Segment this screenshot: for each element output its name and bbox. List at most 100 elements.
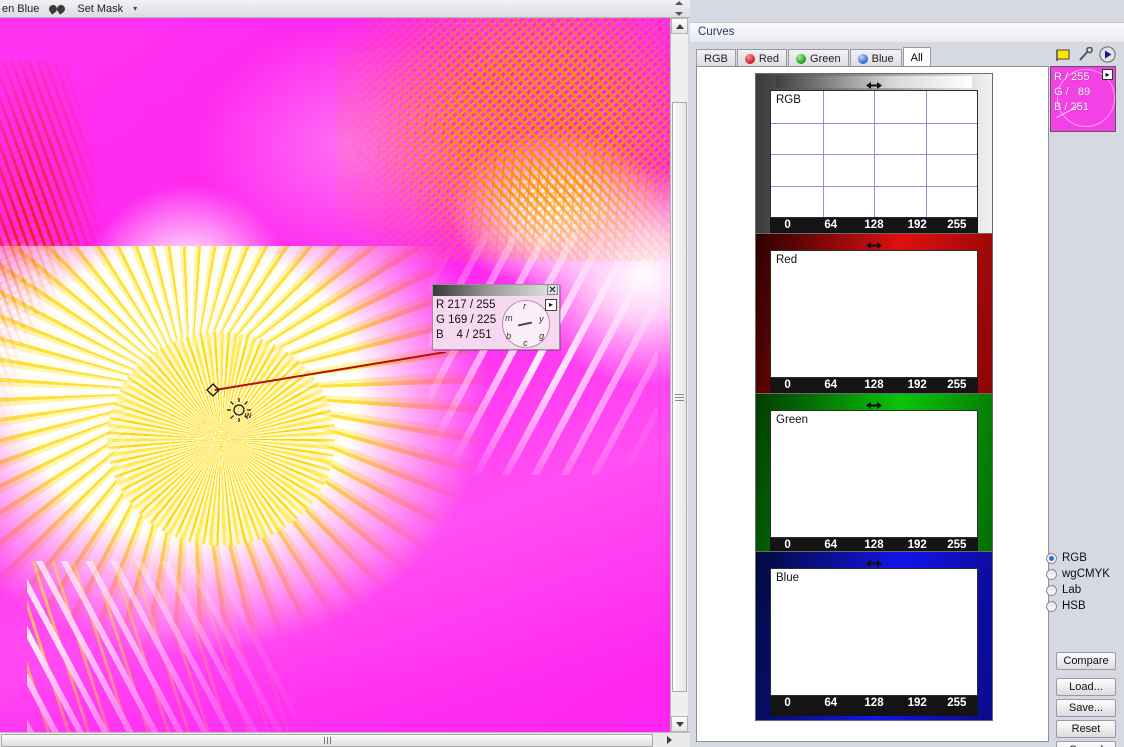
chart-blue-axis-background: 0 64 128 192 255 bbox=[770, 696, 978, 716]
compare-button[interactable]: Compare bbox=[1056, 652, 1116, 670]
chart-blue-tick-255: 255 bbox=[947, 697, 967, 709]
chart-blue-tick-192: 192 bbox=[907, 697, 927, 709]
chart-blue-tick-64: 64 bbox=[824, 697, 838, 709]
horizontal-scroll-thumb[interactable] bbox=[1, 733, 653, 747]
radio-lab-label: Lab bbox=[1062, 584, 1082, 596]
chart-rgb-title: RGB bbox=[776, 94, 801, 106]
tab-blue[interactable]: Blue bbox=[849, 49, 902, 67]
chart-green-handle-icon[interactable] bbox=[866, 397, 882, 409]
triangle-right-icon bbox=[667, 736, 676, 744]
tab-all-label: All bbox=[910, 51, 923, 64]
chart-green-plot[interactable]: Green bbox=[770, 410, 978, 538]
photo-bottom-fade bbox=[0, 646, 670, 732]
chart-rgb-tick-64: 64 bbox=[824, 219, 838, 231]
chart-rgb-svg bbox=[771, 91, 977, 217]
radio-rgb[interactable]: RGB bbox=[1046, 550, 1116, 566]
load-button[interactable]: Load... bbox=[1056, 678, 1116, 696]
color-readout-titlebar[interactable]: ✕ bbox=[433, 284, 559, 296]
close-icon[interactable]: ✕ bbox=[547, 284, 558, 296]
wheel-label-magenta: m bbox=[505, 313, 513, 323]
flag-icon[interactable] bbox=[1055, 47, 1072, 67]
chart-green-tick-255: 255 bbox=[947, 539, 967, 551]
radio-lab-indicator[interactable] bbox=[1046, 584, 1057, 596]
chart-green-tick-192: 192 bbox=[907, 539, 927, 551]
chart-red-title: Red bbox=[776, 254, 798, 266]
chart-rgb-handle-icon[interactable] bbox=[866, 77, 882, 89]
tab-red-label: Red bbox=[758, 52, 780, 65]
wheel-label-yellow: y bbox=[539, 314, 544, 324]
chart-rgb[interactable]: RGB 0 64 128 192 255 bbox=[755, 73, 993, 243]
sampler-cursor-label: w bbox=[245, 410, 252, 420]
chart-green-header[interactable] bbox=[756, 394, 992, 410]
readout-expand-icon[interactable]: ▸ bbox=[545, 299, 557, 311]
color-readout-values: R 217 / 255 G 169 / 225 B 4 / 251 bbox=[436, 299, 497, 341]
tab-red[interactable]: Red bbox=[736, 49, 788, 67]
chevron-down-icon[interactable]: ▾ bbox=[133, 4, 137, 13]
chart-red-plot[interactable]: Red bbox=[770, 250, 978, 378]
radio-wgcmyk[interactable]: wgCMYK bbox=[1046, 566, 1116, 582]
chart-rgb-tick-0: 0 bbox=[784, 219, 791, 231]
tab-rgb[interactable]: RGB bbox=[696, 49, 736, 67]
vertical-scroll-track[interactable] bbox=[671, 34, 688, 716]
chart-blue-axis: 0 64 128 192 255 bbox=[784, 696, 967, 714]
play-icon[interactable] bbox=[1099, 46, 1116, 68]
chart-red-tick-64: 64 bbox=[824, 379, 838, 391]
radio-hsb-indicator[interactable] bbox=[1046, 600, 1057, 612]
triangle-down-icon bbox=[675, 721, 684, 727]
tab-all[interactable]: All bbox=[902, 47, 931, 67]
chart-green[interactable]: Green 0 64 128 192 255 bbox=[755, 393, 993, 563]
chart-red[interactable]: Red 0 64 128 192 255 bbox=[755, 233, 993, 403]
spinner-down-icon[interactable] bbox=[675, 12, 683, 16]
tab-green[interactable]: Green bbox=[788, 49, 849, 67]
set-mask-button[interactable]: Set Mask bbox=[77, 3, 123, 15]
toolbar-spinner[interactable] bbox=[674, 1, 684, 16]
chart-red-tick-128: 128 bbox=[864, 379, 884, 391]
action-buttons: Compare Load... Save... Reset Cancel App… bbox=[1056, 652, 1116, 747]
chart-rgb-gradient-header[interactable] bbox=[756, 74, 992, 90]
curves-panel: Curves RGB Red Green Blue All RGB 0 64 1… bbox=[690, 0, 1124, 747]
chart-red-handle-icon[interactable] bbox=[866, 237, 882, 249]
chart-green-title: Green bbox=[776, 414, 808, 426]
photo-solarized-flower bbox=[0, 18, 670, 732]
image-horizontal-scrollbar[interactable] bbox=[0, 732, 690, 747]
channel-tabs: RGB Red Green Blue All bbox=[696, 47, 932, 67]
toolbar-channel-label[interactable]: en Blue bbox=[2, 3, 39, 15]
chart-green-svg bbox=[771, 411, 977, 537]
chart-blue-handle-icon[interactable] bbox=[866, 555, 882, 567]
scroll-right-button[interactable] bbox=[653, 736, 690, 744]
chart-blue-tick-128: 128 bbox=[864, 697, 884, 709]
chart-red-header[interactable] bbox=[756, 234, 992, 250]
chart-blue-plot[interactable]: Blue bbox=[770, 568, 978, 696]
panel-toolbar bbox=[1055, 46, 1116, 68]
color-mode-radios: RGB wgCMYK Lab HSB bbox=[1046, 550, 1116, 614]
radio-wgcmyk-indicator[interactable] bbox=[1046, 568, 1057, 580]
color-swatch[interactable]: R / 255 G / 89 B / 251 ▸ bbox=[1050, 66, 1116, 132]
vertical-scroll-thumb[interactable] bbox=[672, 102, 687, 692]
swatch-expand-icon[interactable]: ▸ bbox=[1102, 69, 1113, 80]
application-window: en Blue Set Mask ▾ w ✕ R 217 / 255 G 169… bbox=[0, 0, 1124, 747]
scroll-up-button[interactable] bbox=[671, 18, 688, 34]
top-toolbar: en Blue Set Mask ▾ bbox=[0, 0, 690, 18]
radio-hsb-label: HSB bbox=[1062, 600, 1086, 612]
spinner-up-icon[interactable] bbox=[675, 1, 683, 5]
chart-green-tick-128: 128 bbox=[864, 539, 884, 551]
radio-rgb-indicator[interactable] bbox=[1046, 552, 1057, 564]
chart-blue-header[interactable] bbox=[756, 552, 992, 568]
radio-hsb[interactable]: HSB bbox=[1046, 598, 1116, 614]
reset-button[interactable]: Reset bbox=[1056, 720, 1116, 738]
image-canvas[interactable]: w ✕ R 217 / 255 G 169 / 225 B 4 / 251 r … bbox=[0, 18, 670, 732]
radio-lab[interactable]: Lab bbox=[1046, 582, 1116, 598]
save-button[interactable]: Save... bbox=[1056, 699, 1116, 717]
chart-blue-title: Blue bbox=[776, 572, 800, 584]
cancel-button[interactable]: Cancel bbox=[1056, 741, 1116, 747]
scroll-down-button[interactable] bbox=[671, 716, 688, 732]
eyedropper-icon[interactable] bbox=[1078, 46, 1093, 67]
wheel-label-red: r bbox=[523, 301, 527, 311]
chart-blue[interactable]: Blue 0 64 128 192 255 bbox=[755, 551, 993, 721]
photo-orange-speckle bbox=[335, 18, 670, 261]
image-vertical-scrollbar[interactable] bbox=[670, 18, 688, 732]
chart-rgb-plot[interactable]: RGB bbox=[770, 90, 978, 218]
chart-green-tick-0: 0 bbox=[784, 539, 791, 551]
color-readout-popup[interactable]: ✕ R 217 / 255 G 169 / 225 B 4 / 251 r y … bbox=[432, 284, 560, 350]
wheel-label-blue: b bbox=[506, 331, 512, 341]
